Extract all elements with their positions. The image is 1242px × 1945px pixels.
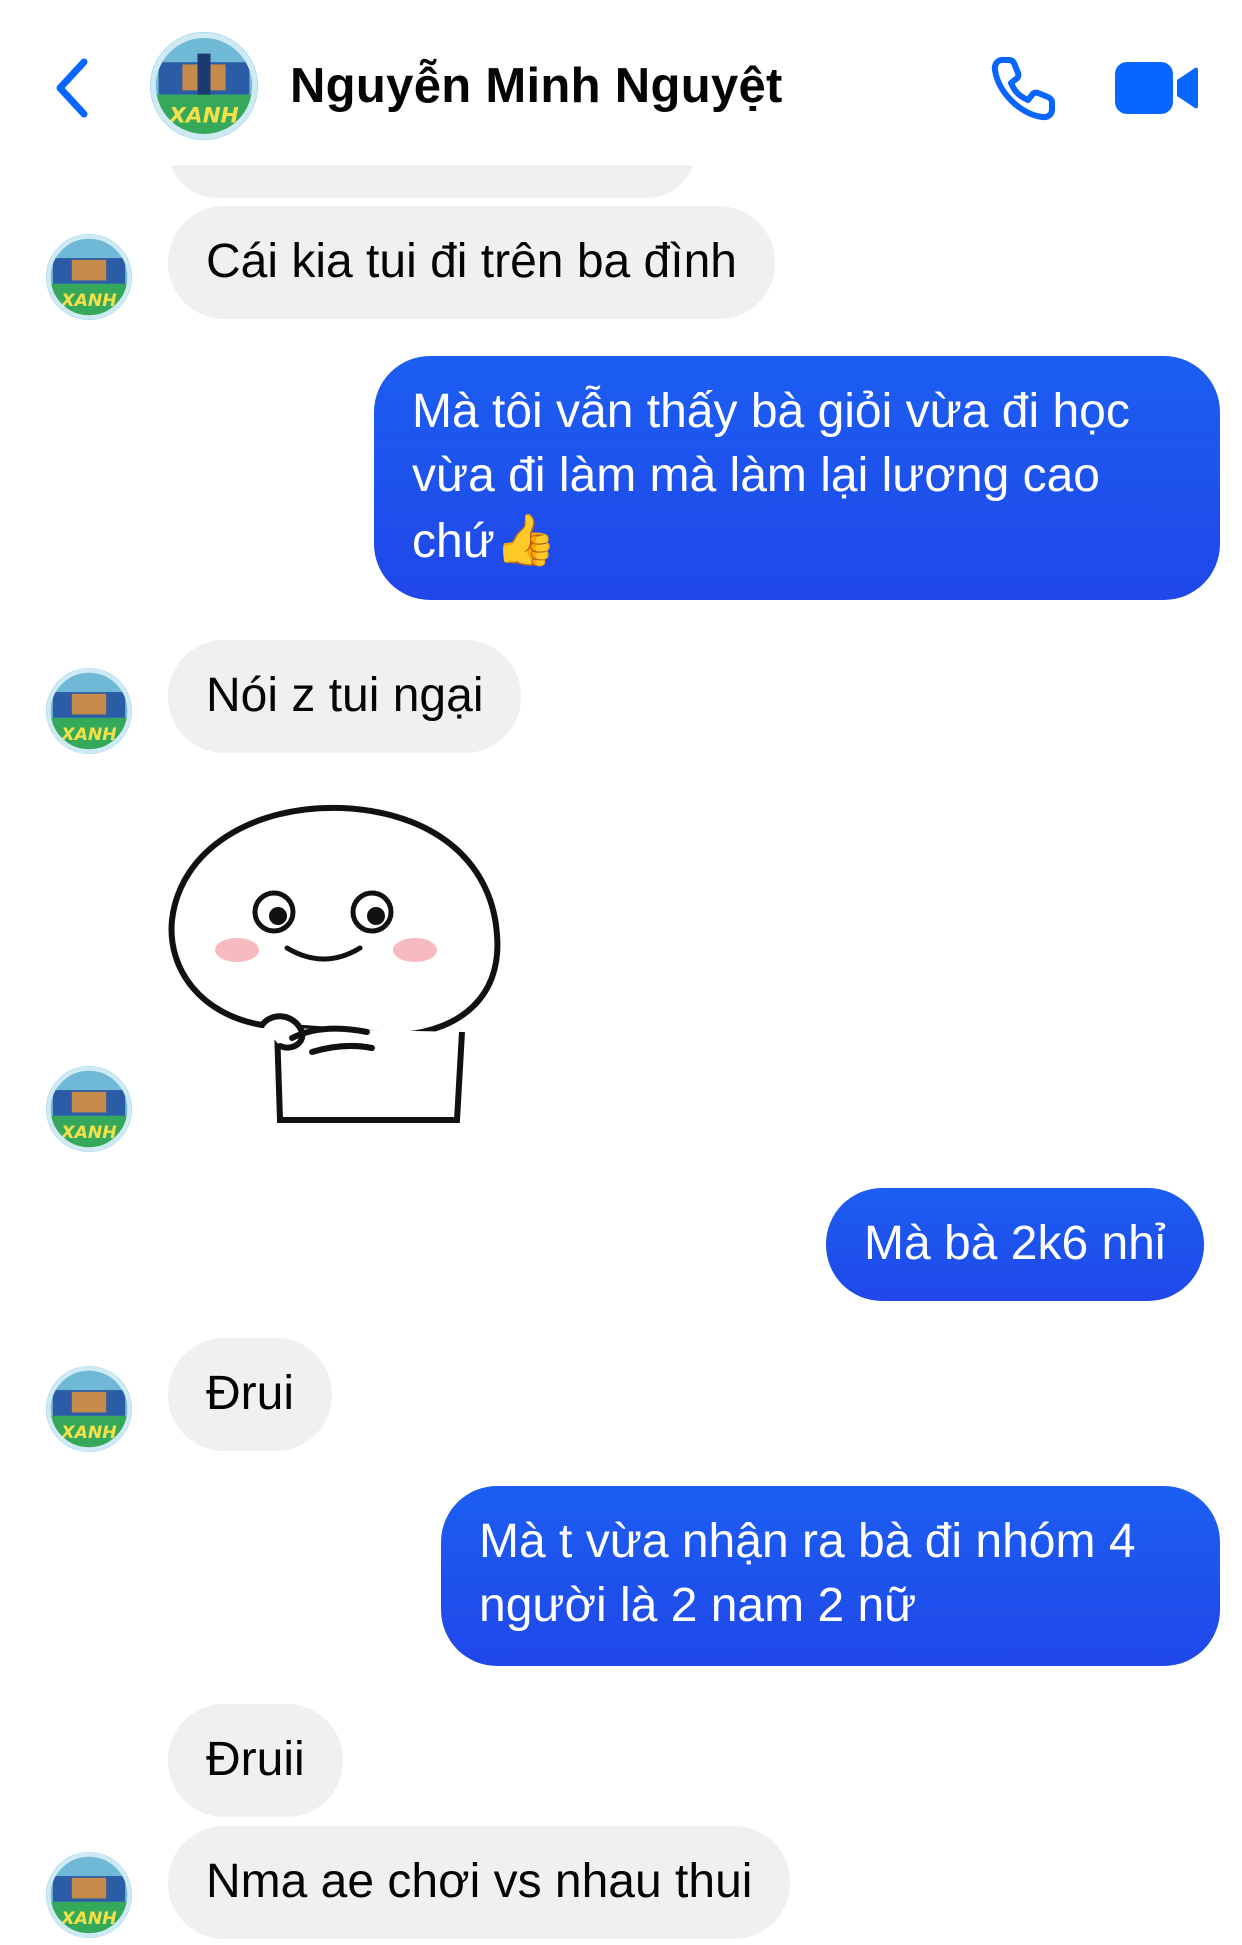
white-blob-character-sticker[interactable] <box>162 800 532 1140</box>
chat-screen: XANH Nguyễn Minh Nguyệt XANH Cái kia tui… <box>0 0 1242 1945</box>
svg-text:XANH: XANH <box>167 104 239 129</box>
message-bubble-outgoing[interactable]: Mà tôi vẫn thấy bà giỏi vừa đi học vừa đ… <box>374 356 1220 600</box>
message-bubble-incoming[interactable]: Đruii <box>168 1704 343 1817</box>
back-button[interactable] <box>48 56 96 120</box>
message-bubble-incoming[interactable]: Cái kia tui đi trên ba đình <box>168 206 775 319</box>
message-bubble-outgoing[interactable]: Mà bà 2k6 nhỉ <box>826 1188 1204 1301</box>
sender-avatar[interactable]: XANH <box>46 1366 132 1452</box>
contact-name[interactable]: Nguyễn Minh Nguyệt <box>290 58 783 114</box>
svg-text:XANH: XANH <box>60 725 117 745</box>
svg-text:XANH: XANH <box>60 1423 117 1443</box>
svg-text:XANH: XANH <box>60 1909 117 1929</box>
sender-avatar[interactable]: XANH <box>46 668 132 754</box>
phone-icon <box>991 57 1055 121</box>
chat-header: XANH Nguyễn Minh Nguyệt <box>0 0 1242 165</box>
svg-text:XANH: XANH <box>60 1123 117 1143</box>
voice-call-button[interactable] <box>988 52 1060 124</box>
svg-text:XANH: XANH <box>60 291 117 311</box>
video-camera-icon <box>1115 62 1198 114</box>
avatar-image: XANH <box>150 32 258 140</box>
message-bubble-incoming[interactable]: Nma ae chơi vs nhau thui <box>168 1826 791 1939</box>
sender-avatar[interactable]: XANH <box>46 234 132 320</box>
sender-avatar[interactable]: XANH <box>46 1852 132 1938</box>
message-bubble-outgoing[interactable]: Mà t vừa nhận ra bà đi nhóm 4 người là 2… <box>441 1486 1220 1666</box>
thumbs-up-icon: 👍 <box>494 512 558 568</box>
video-call-button[interactable] <box>1113 60 1199 116</box>
message-bubble-incoming[interactable]: Nói z tui ngại <box>168 640 522 753</box>
chevron-left-icon <box>56 58 88 118</box>
message-bubble-incoming[interactable]: Đrui <box>168 1338 333 1451</box>
sender-avatar[interactable]: XANH <box>46 1066 132 1152</box>
contact-avatar[interactable]: XANH <box>150 32 258 140</box>
